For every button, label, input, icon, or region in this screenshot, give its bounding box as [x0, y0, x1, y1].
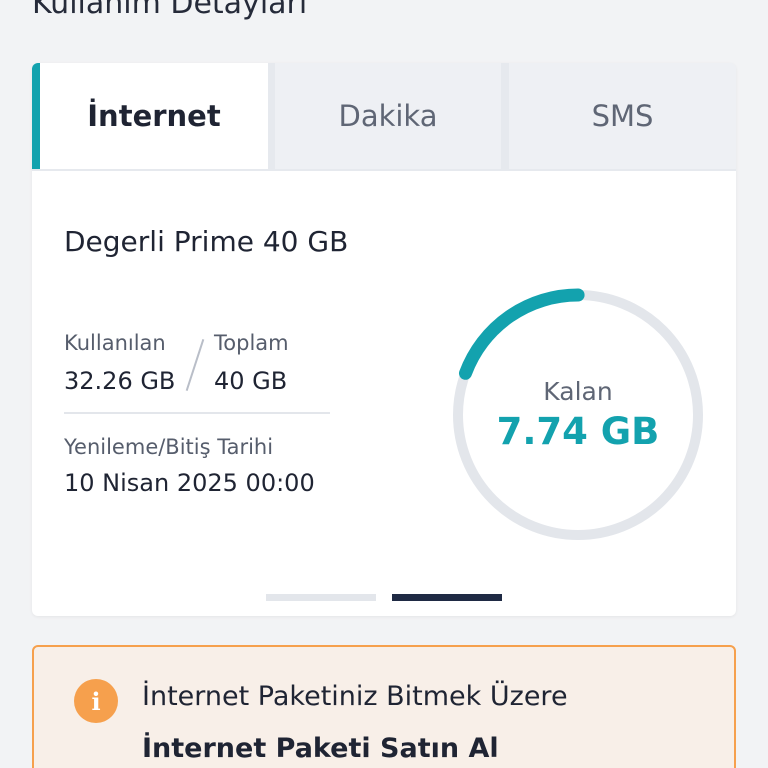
used-value: 32.26 GB — [64, 367, 176, 395]
buy-internet-package-link[interactable]: İnternet Paketi Satın Al — [142, 733, 499, 764]
renewal-value: 10 Nisan 2025 00:00 — [64, 469, 315, 497]
package-warning-banner: i İnternet Paketiniz Bitmek Üzere İntern… — [32, 645, 736, 768]
page-title: Kullanım Detayları — [32, 0, 308, 21]
usage-tabs: İnternet Dakika SMS — [32, 63, 736, 171]
remaining-value: 7.74 GB — [496, 410, 660, 453]
tab-sms[interactable]: SMS — [509, 63, 736, 169]
total-label: Toplam — [214, 331, 289, 355]
pager-dot-2[interactable] — [392, 594, 502, 601]
plan-name: Degerli Prime 40 GB — [64, 225, 349, 258]
warning-message: İnternet Paketiniz Bitmek Üzere — [142, 681, 568, 712]
separator-slash — [185, 339, 205, 391]
used-label: Kullanılan — [64, 331, 166, 355]
divider — [64, 412, 330, 414]
info-icon: i — [74, 679, 118, 723]
total-value: 40 GB — [214, 367, 288, 395]
remaining-summary: Kalan 7.74 GB — [450, 287, 706, 543]
renewal-label: Yenileme/Bitiş Tarihi — [64, 435, 274, 459]
pager-dot-1[interactable] — [266, 594, 376, 601]
tab-dakika[interactable]: Dakika — [275, 63, 501, 169]
tab-internet[interactable]: İnternet — [32, 63, 268, 169]
remaining-label: Kalan — [543, 377, 613, 406]
usage-card: İnternet Dakika SMS Degerli Prime 40 GB … — [32, 63, 736, 616]
